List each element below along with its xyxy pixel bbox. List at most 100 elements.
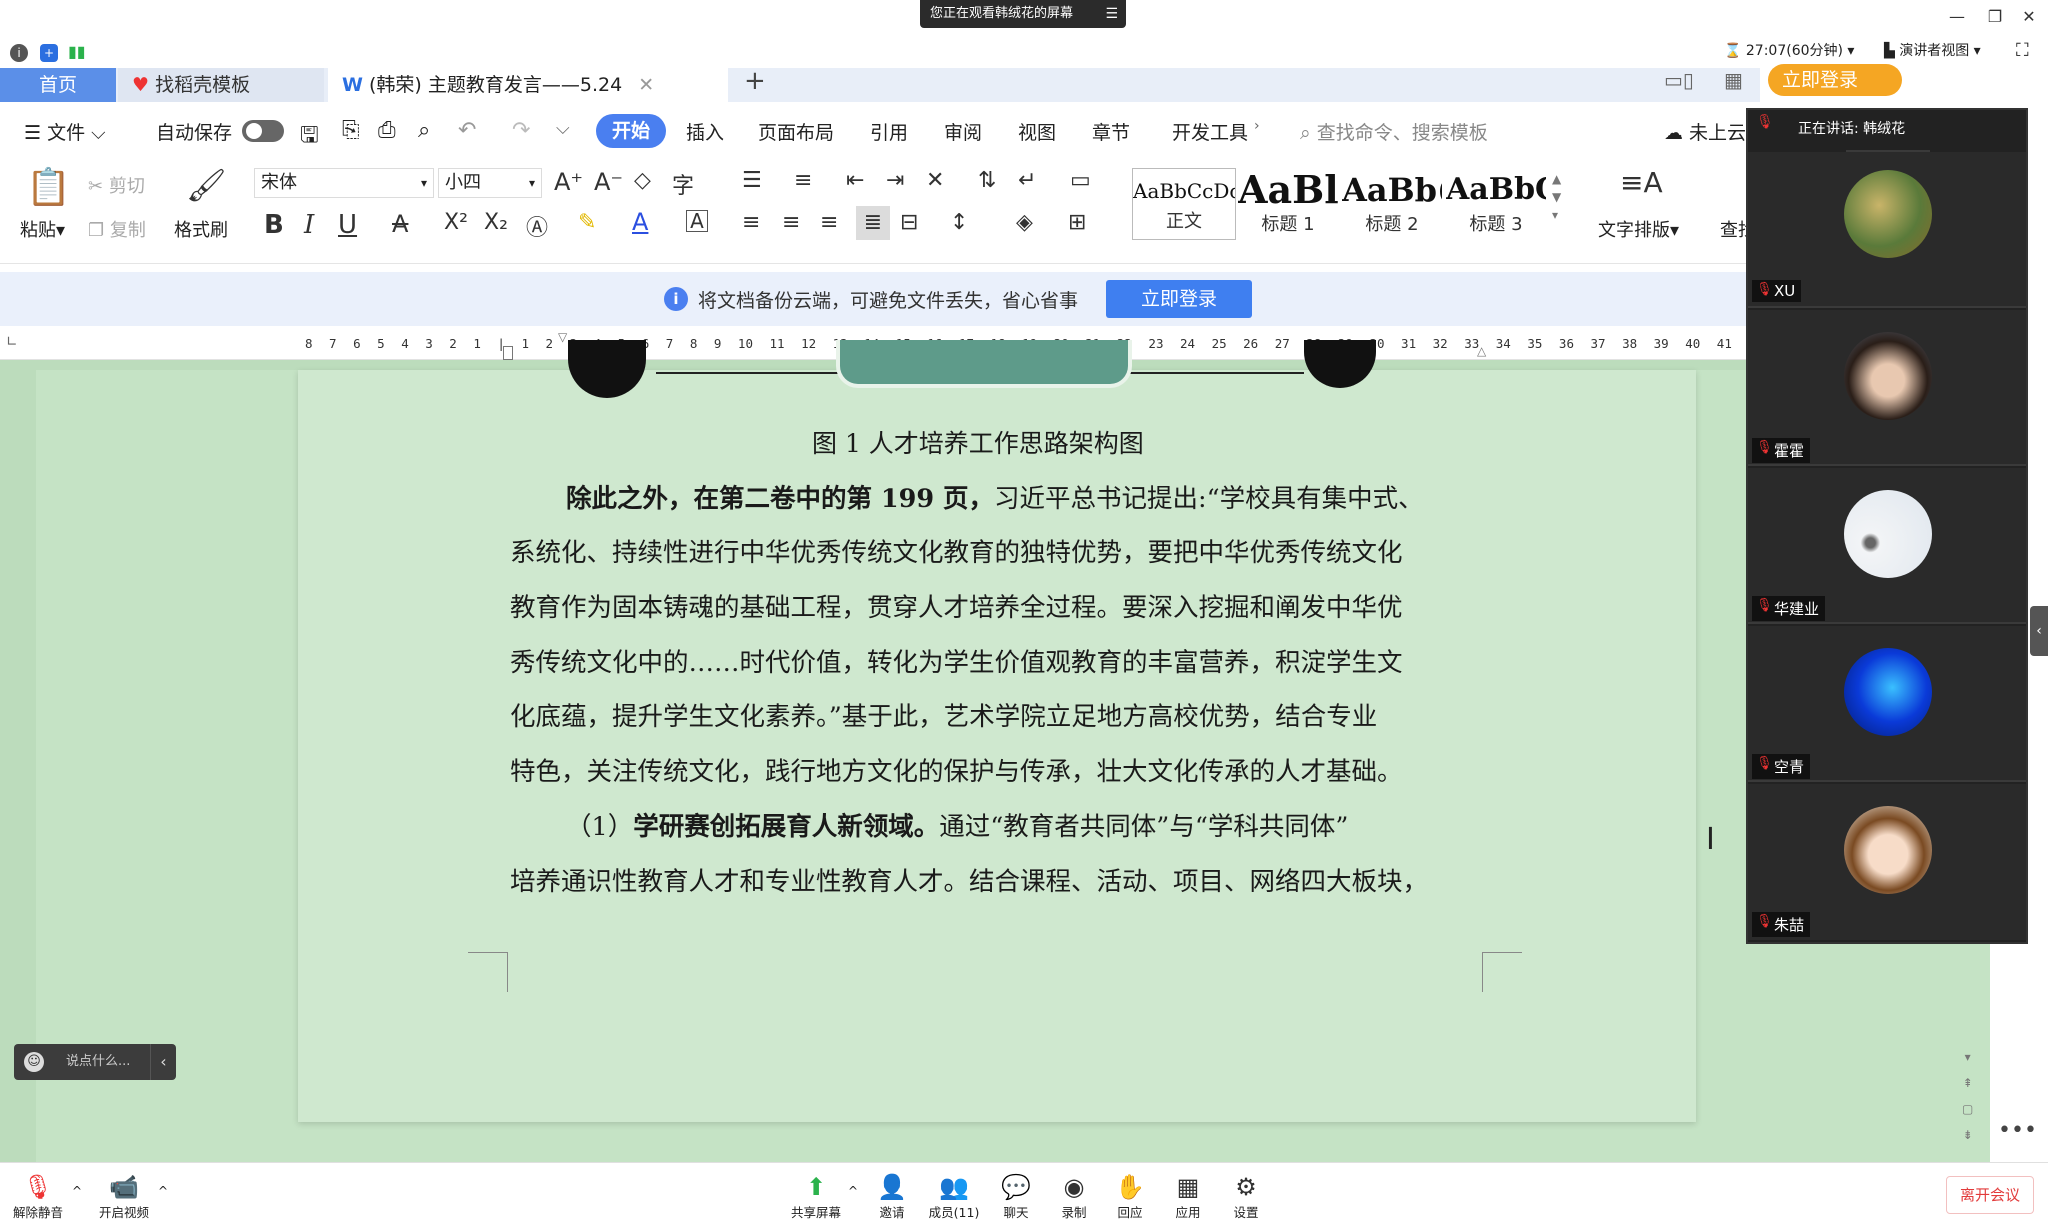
undo-icon[interactable]: ↶ (458, 118, 476, 143)
chevron-up-icon[interactable]: ^ (72, 1184, 82, 1198)
tab-home[interactable]: 首页 (0, 68, 116, 102)
quick-access-icon[interactable]: ⌵ (556, 118, 570, 139)
start-video-button[interactable]: 📹 开启视频 (92, 1172, 156, 1221)
indent-marker-right[interactable]: △ (1477, 344, 1486, 358)
numbered-list-icon[interactable]: ≡ (794, 168, 812, 193)
share-screen-button[interactable]: ⬆ 共享屏幕 (784, 1172, 848, 1221)
borders-icon[interactable]: ⊞ (1068, 210, 1086, 235)
autosave-toggle[interactable] (242, 120, 284, 142)
menu-tab-start[interactable]: 开始 (596, 114, 666, 148)
scroll-controls[interactable]: ▾ ⇞ ▢ ⇟ (1962, 1044, 1973, 1148)
menu-tab-insert[interactable]: 插入 (686, 118, 724, 145)
superscript-icon[interactable]: X² (444, 210, 468, 235)
info-icon[interactable]: i (10, 44, 28, 62)
indent-icon[interactable]: ⇥ (886, 168, 904, 193)
unmute-button[interactable]: 🎙 解除静音 (6, 1172, 70, 1221)
apps-button[interactable]: ▦ 应用 (1156, 1172, 1220, 1221)
redo-icon[interactable]: ↷ (512, 118, 530, 143)
font-grow-icon[interactable]: A⁺ (554, 168, 583, 196)
menu-tab-page-layout[interactable]: 页面布局 (758, 118, 834, 145)
participant-tile-3[interactable]: 🎙 华建业 (1748, 468, 2026, 624)
layout-toggle-icon[interactable]: ▭▯ (1664, 68, 1694, 92)
indent-marker-left[interactable] (503, 346, 513, 360)
style-scroll-icon[interactable]: ▲ ▼ ▾ (1552, 170, 1561, 224)
presenter-view-button[interactable]: ▙ 演讲者视图 ▾ (1884, 40, 1981, 60)
leave-meeting-button[interactable]: 离开会议 (1946, 1176, 2034, 1214)
text-effect-icon[interactable]: Ⓐ (526, 210, 548, 242)
shading-icon[interactable]: ◈ (1016, 210, 1033, 235)
emoji-icon[interactable]: ☺ (24, 1052, 44, 1072)
chevron-right-icon[interactable]: › (1254, 118, 1260, 134)
tab-close-icon[interactable]: ✕ (638, 74, 654, 96)
align-right-icon[interactable]: ≡ (820, 210, 838, 235)
phonetic-icon[interactable]: 字 (672, 168, 694, 200)
style-heading-1[interactable]: AaBl 标题 1 (1238, 168, 1338, 240)
italic-icon[interactable]: I (304, 210, 314, 240)
new-tab-icon[interactable]: + (744, 66, 766, 96)
menu-tab-references[interactable]: 引用 (870, 118, 908, 145)
subscript-icon[interactable]: X₂ (484, 210, 508, 235)
notice-login-button[interactable]: 立即登录 (1106, 280, 1252, 318)
shield-icon[interactable]: + (40, 44, 58, 62)
brush-icon[interactable]: 🖌 (186, 166, 227, 204)
file-menu[interactable]: ☰ 文件 ⌵ (24, 118, 106, 145)
font-size-select[interactable]: 小四 ▾ (438, 168, 542, 198)
signal-icon[interactable]: ▮▮ (68, 42, 86, 61)
share-banner[interactable]: 您正在观看韩绒花的屏幕 ☰ (920, 0, 1126, 28)
menu-tab-review[interactable]: 审阅 (944, 118, 982, 145)
underline-icon[interactable]: U (338, 210, 357, 240)
menu-tab-developer[interactable]: 开发工具 (1172, 118, 1248, 145)
strikethrough-icon[interactable]: A (392, 210, 408, 238)
line-spacing-icon[interactable]: ↕ (950, 210, 968, 235)
style-heading-2[interactable]: AaBb( 标题 2 (1342, 168, 1442, 240)
invite-button[interactable]: 👤 邀请 (860, 1172, 924, 1221)
participant-tile-2[interactable]: 🎙 霍霍 (1748, 310, 2026, 466)
font-color-icon[interactable]: A (632, 208, 648, 236)
settings-button[interactable]: ⚙ 设置 (1214, 1172, 1278, 1221)
login-pill-button[interactable]: 立即登录 (1768, 64, 1902, 96)
outdent-icon[interactable]: ⇤ (846, 168, 864, 193)
find-button[interactable]: 查找 (1720, 216, 1746, 242)
members-button[interactable]: 👥 成员(11) (922, 1172, 986, 1221)
menu-tab-chapter[interactable]: 章节 (1092, 118, 1130, 145)
minimize-icon[interactable]: — (1942, 4, 1972, 30)
sort-icon[interactable]: ⇅ (978, 168, 996, 193)
command-search[interactable]: ⌕ 查找命令、搜索模板 (1300, 118, 1488, 145)
paste-icon[interactable]: 📋 (26, 166, 71, 208)
save-icon[interactable]: 🖫 (300, 118, 319, 156)
reactions-button[interactable]: ✋ 回应 (1098, 1172, 1162, 1221)
first-line-indent-marker[interactable]: ▽ (558, 330, 567, 344)
cut-button[interactable]: ✂ 剪切 (88, 172, 145, 198)
chat-button[interactable]: 💬 聊天 (984, 1172, 1048, 1221)
meeting-timer[interactable]: ⌛ 27:07(60分钟) ▾ (1724, 40, 1854, 60)
fullscreen-icon[interactable]: ⛶ (2016, 40, 2029, 61)
justify-icon[interactable]: ≣ (856, 206, 890, 240)
close-icon[interactable]: ✕ (2014, 4, 2044, 30)
chevron-up-icon[interactable]: ^ (158, 1184, 168, 1198)
paste-button[interactable]: 粘贴▾ (20, 216, 65, 242)
font-family-select[interactable]: 宋体 ▾ (254, 168, 434, 198)
tab-stop-icon[interactable]: ∟ (6, 334, 18, 350)
menu-tab-view[interactable]: 视图 (1018, 118, 1056, 145)
chevron-left-icon[interactable]: ‹ (150, 1044, 176, 1080)
distributed-icon[interactable]: ⊟ (900, 210, 918, 235)
grid-icon[interactable]: ▦ (1724, 68, 1743, 92)
format-painter-button[interactable]: 格式刷 (174, 216, 228, 242)
bullet-list-icon[interactable]: ☰ (742, 168, 762, 193)
style-heading-3[interactable]: AaBbC 标题 3 (1446, 168, 1546, 240)
panel-collapse-icon[interactable]: ‹ (2030, 606, 2048, 656)
bold-icon[interactable]: B (264, 210, 284, 240)
highlight-icon[interactable]: ✎ (578, 210, 596, 235)
table-tools-icon[interactable]: ▭ (1070, 168, 1091, 193)
participant-tile-4[interactable]: 🎙 空青 (1748, 626, 2026, 782)
more-options-icon[interactable]: ••• (1998, 1118, 2037, 1143)
cloud-status[interactable]: ☁ 未上云 (1664, 118, 1746, 145)
tab-template[interactable]: ♥ 找稻壳模板 (118, 68, 324, 102)
align-left-icon[interactable]: ≡ (742, 210, 760, 235)
font-shrink-icon[interactable]: A⁻ (594, 168, 623, 196)
print-preview-icon[interactable]: ⌕ (418, 118, 430, 143)
chinese-layout-icon[interactable]: ✕ (926, 168, 944, 193)
text-layout-button[interactable]: 文字排版▾ (1598, 216, 1679, 242)
restore-icon[interactable]: ❐ (1980, 4, 2010, 30)
char-border-icon[interactable]: A (686, 210, 708, 232)
